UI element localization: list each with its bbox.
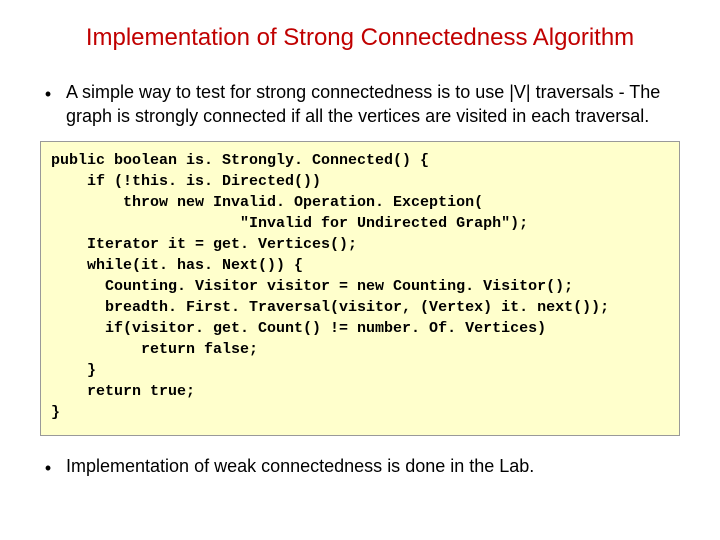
- slide: Implementation of Strong Connectedness A…: [0, 0, 720, 540]
- bullet-item: • Implementation of weak connectedness i…: [30, 454, 690, 480]
- bullet-item: • A simple way to test for strong connec…: [30, 80, 690, 129]
- bullet-marker: •: [30, 454, 66, 480]
- bullet-text: Implementation of weak connectedness is …: [66, 454, 534, 478]
- code-block: public boolean is. Strongly. Connected()…: [40, 141, 680, 436]
- slide-title: Implementation of Strong Connectedness A…: [30, 24, 690, 52]
- bullet-marker: •: [30, 80, 66, 106]
- bullet-text: A simple way to test for strong connecte…: [66, 80, 690, 129]
